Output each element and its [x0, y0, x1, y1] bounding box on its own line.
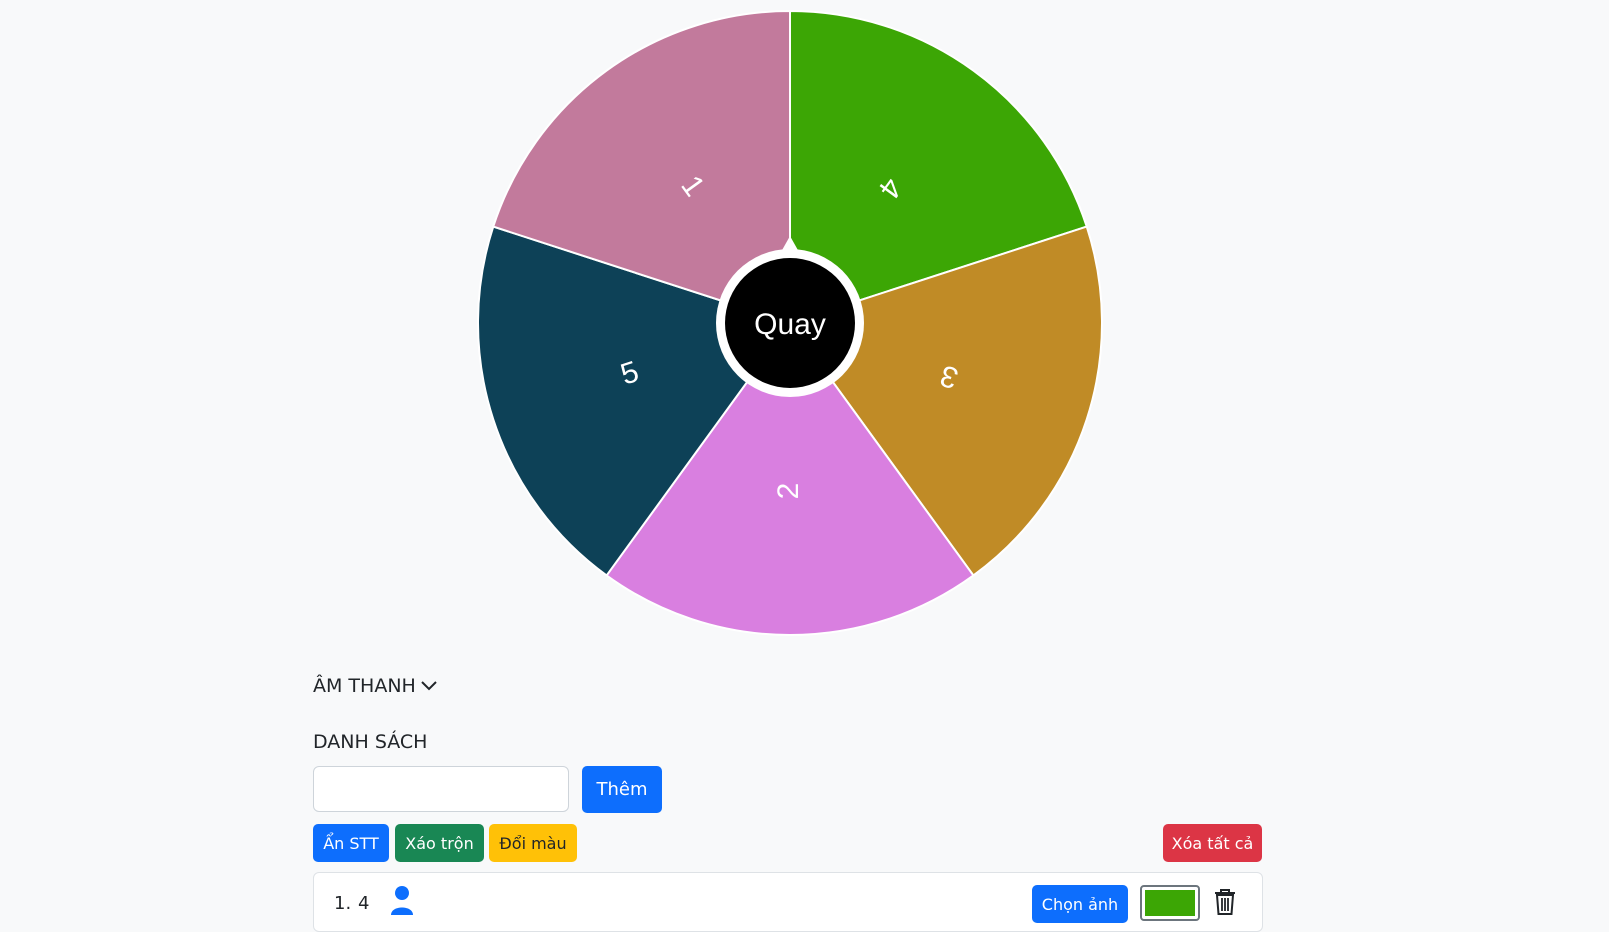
- sound-toggle[interactable]: ÂM THANH: [313, 675, 438, 697]
- list-title: DANH SÁCH: [313, 731, 428, 753]
- clear-all-button[interactable]: Xóa tất cả: [1163, 824, 1262, 862]
- item-input[interactable]: [313, 766, 569, 812]
- trash-icon[interactable]: [1214, 889, 1236, 915]
- wheel-svg[interactable]: 43251 Quay: [475, 8, 1105, 638]
- list-item: 1. 4 Chọn ảnh: [313, 872, 1263, 932]
- shuffle-button[interactable]: Xáo trộn: [395, 824, 484, 862]
- sound-label: ÂM THANH: [313, 675, 416, 697]
- change-color-button[interactable]: Đổi màu: [489, 824, 577, 862]
- spin-button-label[interactable]: Quay: [754, 308, 826, 341]
- wheel-segment-label: 2: [772, 483, 805, 500]
- hide-index-button[interactable]: Ẩn STT: [313, 824, 389, 862]
- color-picker[interactable]: [1140, 885, 1200, 921]
- chevron-down-icon: [421, 681, 437, 691]
- choose-image-button[interactable]: Chọn ảnh: [1032, 885, 1128, 923]
- color-swatch: [1145, 890, 1195, 916]
- spin-wheel[interactable]: 43251 Quay: [475, 8, 1105, 638]
- add-button[interactable]: Thêm: [582, 766, 662, 813]
